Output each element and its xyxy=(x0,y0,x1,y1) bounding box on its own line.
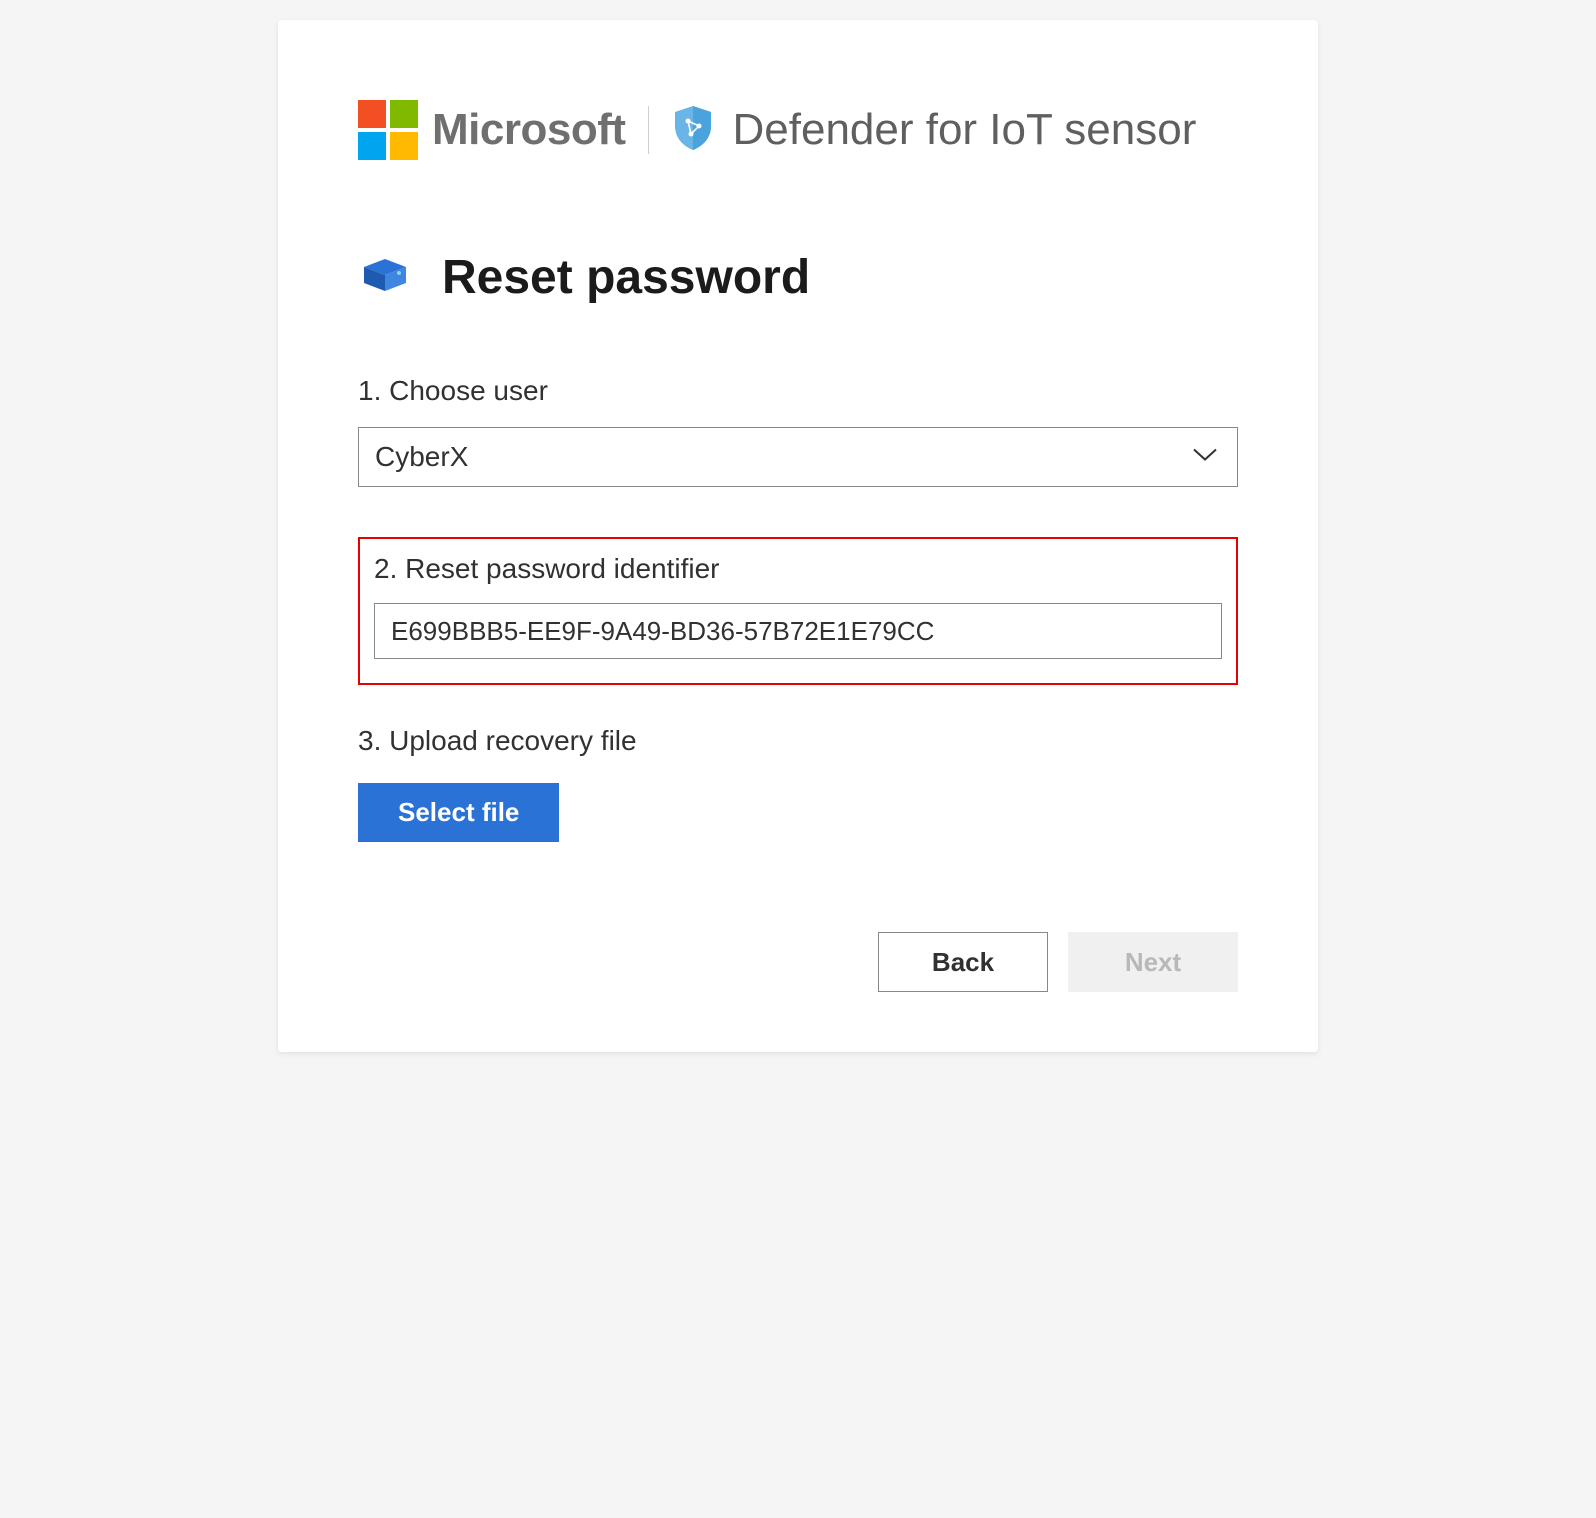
step1-label: 1. Choose user xyxy=(358,375,1238,407)
microsoft-wordmark: Microsoft xyxy=(432,105,626,155)
nav-row: Back Next xyxy=(358,932,1238,992)
reset-identifier-highlight: 2. Reset password identifier xyxy=(358,537,1238,685)
reset-password-card: Microsoft Defender for IoT sensor xyxy=(278,20,1318,1052)
brand-header: Microsoft Defender for IoT sensor xyxy=(358,100,1238,160)
step2-label: 2. Reset password identifier xyxy=(374,553,1222,585)
product-name: Defender for IoT sensor xyxy=(733,105,1197,155)
next-button: Next xyxy=(1068,932,1238,992)
back-button[interactable]: Back xyxy=(878,932,1048,992)
user-select-wrap xyxy=(358,427,1238,487)
product-brand: Defender for IoT sensor xyxy=(671,104,1197,157)
choose-user-select[interactable] xyxy=(358,427,1238,487)
page-title-row: Reset password xyxy=(358,250,1238,305)
sensor-icon xyxy=(358,255,412,300)
page-title: Reset password xyxy=(442,250,810,305)
shield-icon xyxy=(671,104,715,157)
step3-label: 3. Upload recovery file xyxy=(358,725,1238,757)
microsoft-logo-icon xyxy=(358,100,418,160)
brand-divider xyxy=(648,106,649,154)
microsoft-logo: Microsoft xyxy=(358,100,626,160)
select-file-button[interactable]: Select file xyxy=(358,783,559,842)
reset-identifier-input[interactable] xyxy=(374,603,1222,659)
